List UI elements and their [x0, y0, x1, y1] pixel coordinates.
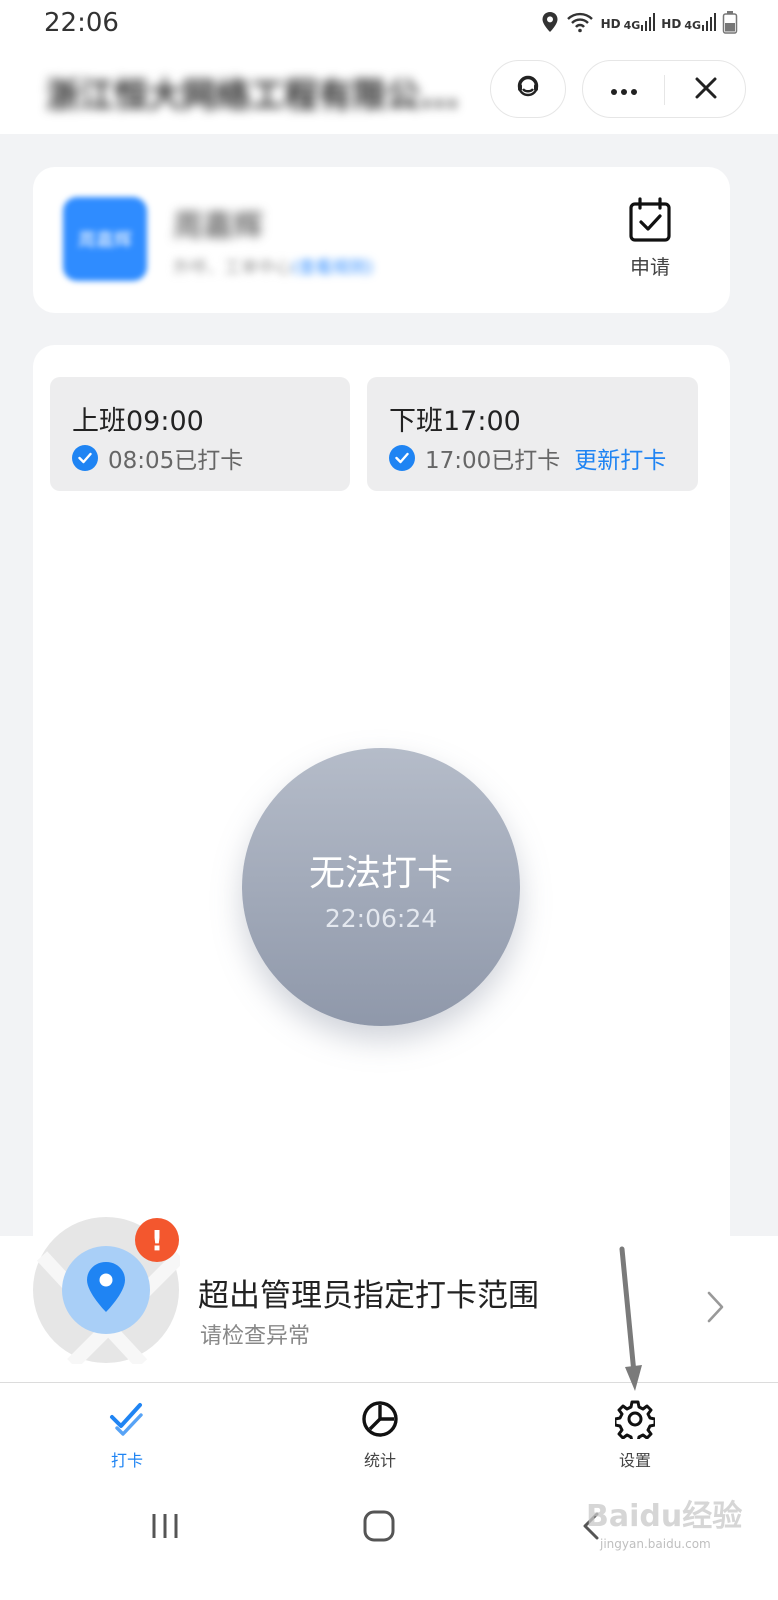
more-icon [610, 81, 638, 100]
status-bar: 22:06 HD 4G HD 4G [0, 0, 778, 48]
check-circle-icon [389, 445, 415, 471]
check-circle-icon [72, 445, 98, 471]
tab-label: 打卡 [110, 1451, 143, 1470]
customer-service-icon [513, 72, 543, 106]
signal-icon [641, 13, 656, 31]
user-card: 周嘉辉 周嘉辉 外呼、工单中心(查看规则) 申请 [33, 167, 730, 313]
punch-label: 无法打卡 [308, 853, 453, 894]
mini-app-title-bar: 浙江恒大网络工程有限公... [0, 48, 778, 134]
location-icon [541, 11, 559, 33]
shift-status: 17:00已打卡 更新打卡 [389, 441, 666, 475]
status-icons: HD 4G HD 4G [541, 10, 738, 34]
page-title: 浙江恒大网络工程有限公... [46, 76, 459, 112]
stats-pie-icon [360, 1399, 400, 1443]
network-1: HD 4G [601, 13, 656, 31]
more-button[interactable] [583, 61, 665, 119]
shift-status: 08:05已打卡 [72, 441, 243, 475]
battery-icon [722, 10, 738, 34]
calendar-check-icon [628, 197, 672, 247]
close-icon [695, 77, 717, 103]
apply-button[interactable]: 申请 [613, 197, 687, 280]
warning-title: 超出管理员指定打卡范围 [198, 1278, 539, 1314]
home-icon[interactable] [362, 1509, 396, 1547]
system-nav-bar: Baidu经验 jingyan.baidu.com [0, 1483, 778, 1600]
warning-subtitle: 请检查异常 [200, 1324, 311, 1349]
status-time: 22:06 [44, 8, 119, 38]
shift-on-duty[interactable]: 上班09:00 08:05已打卡 [50, 377, 350, 491]
network-2: HD 4G [661, 13, 716, 31]
close-button[interactable] [665, 61, 747, 119]
warning-badge: ! [135, 1218, 179, 1262]
punch-button[interactable]: 无法打卡 22:06:24 [242, 748, 520, 1026]
shift-title: 下班17:00 [389, 406, 521, 437]
tab-label: 统计 [363, 1451, 396, 1470]
gear-icon [613, 1399, 657, 1444]
recents-icon[interactable] [150, 1511, 180, 1545]
range-warning-bar[interactable]: ! 超出管理员指定打卡范围 请检查异常 [0, 1217, 778, 1382]
tab-statistics[interactable]: 统计 [330, 1399, 430, 1471]
wifi-icon [565, 11, 595, 33]
avatar: 周嘉辉 [63, 197, 147, 281]
punch-card: 上班09:00 08:05已打卡 下班17:00 17:00已打卡 更新打卡 无… [33, 345, 730, 1265]
signal-icon [702, 13, 716, 31]
chevron-right-icon [706, 1290, 726, 1328]
user-subtitle: 外呼、工单中心(查看规则) [173, 258, 374, 278]
shift-off-duty[interactable]: 下班17:00 17:00已打卡 更新打卡 [367, 377, 698, 491]
apply-label: 申请 [630, 255, 670, 279]
capsule-menu [582, 60, 746, 118]
punch-check-icon [107, 1399, 147, 1443]
punch-time: 22:06:24 [324, 904, 438, 933]
update-punch-link[interactable]: 更新打卡 [574, 441, 666, 475]
annotation-arrow [612, 1245, 652, 1399]
customer-service-button[interactable] [490, 60, 566, 118]
tab-punch[interactable]: 打卡 [77, 1399, 177, 1471]
tab-settings[interactable]: 设置 [585, 1399, 685, 1471]
tab-label: 设置 [618, 1451, 651, 1470]
baidu-watermark: Baidu经验 [586, 1499, 743, 1534]
rules-link[interactable]: (查看规则) [292, 258, 373, 278]
baidu-watermark-url: jingyan.baidu.com [600, 1537, 711, 1551]
shift-title: 上班09:00 [72, 406, 204, 437]
user-name: 周嘉辉 [173, 209, 263, 244]
tab-bar: 打卡 统计 设置 [0, 1383, 778, 1483]
